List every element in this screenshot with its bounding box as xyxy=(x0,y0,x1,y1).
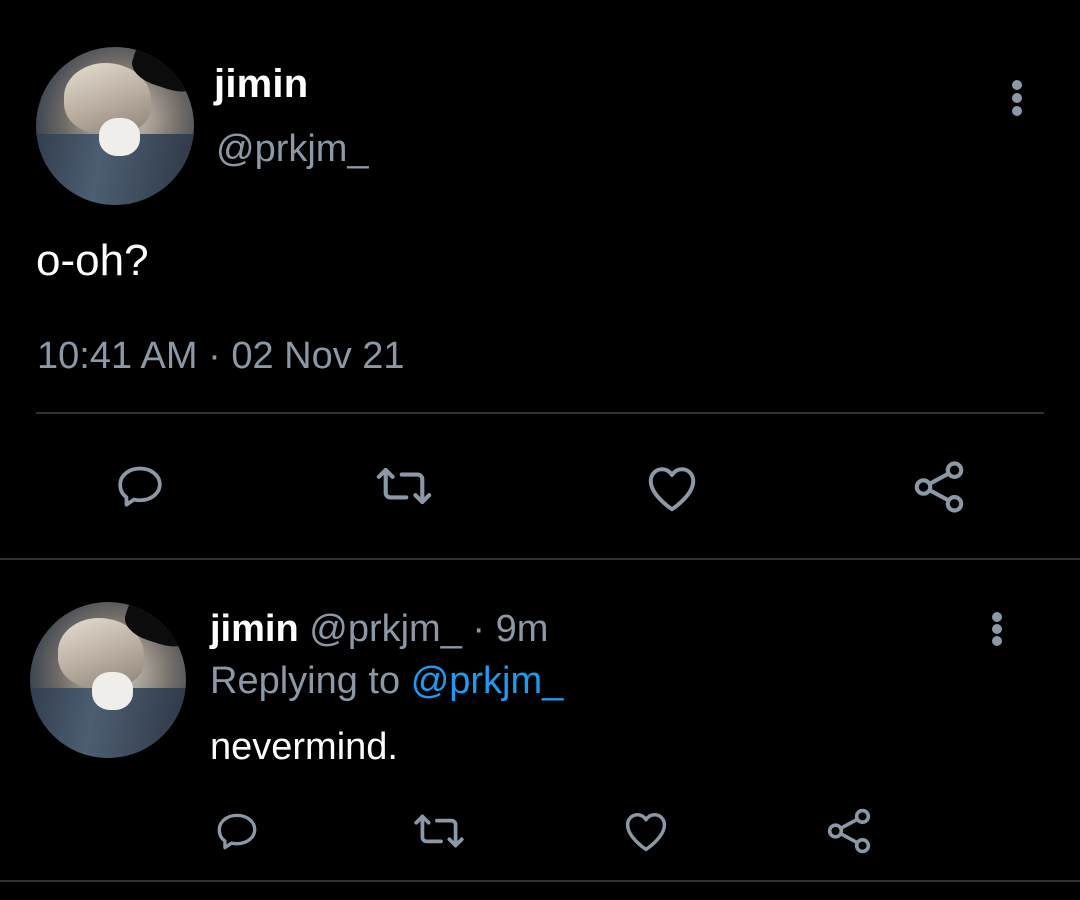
reply-icon[interactable] xyxy=(112,458,168,514)
reply-text: nevermind. xyxy=(210,726,398,768)
reply-author-name[interactable]: jimin xyxy=(210,608,299,650)
author-name[interactable]: jimin xyxy=(214,62,308,107)
retweet-icon[interactable] xyxy=(372,458,436,514)
author-avatar[interactable] xyxy=(36,47,194,205)
reply-share-icon[interactable] xyxy=(822,804,876,858)
bottom-divider xyxy=(0,880,1080,882)
author-handle[interactable]: @prkjm_ xyxy=(216,128,369,171)
reply-more-options-icon[interactable] xyxy=(990,612,1004,646)
section-divider xyxy=(0,558,1080,560)
tweet-timestamp: 10:41 AM · 02 Nov 21 xyxy=(37,335,405,377)
reply-author-meta: @prkjm_ · 9m xyxy=(309,608,549,650)
reply-author-avatar[interactable] xyxy=(30,602,186,758)
tweet-text: o-oh? xyxy=(36,236,149,285)
share-icon[interactable] xyxy=(908,456,970,518)
more-options-icon[interactable] xyxy=(1010,80,1024,116)
reply-reply-icon[interactable] xyxy=(212,806,262,856)
like-icon[interactable] xyxy=(642,458,702,518)
replying-prefix: Replying to xyxy=(210,660,401,702)
reply-header: jimin @prkjm_ · 9m xyxy=(210,608,548,651)
reply-retweet-icon[interactable] xyxy=(410,806,468,856)
replying-to-line: Replying to @prkjm_ xyxy=(210,660,563,703)
replying-mention-link[interactable]: @prkjm_ xyxy=(411,660,564,702)
reply-like-icon[interactable] xyxy=(620,804,672,858)
divider xyxy=(36,412,1044,414)
